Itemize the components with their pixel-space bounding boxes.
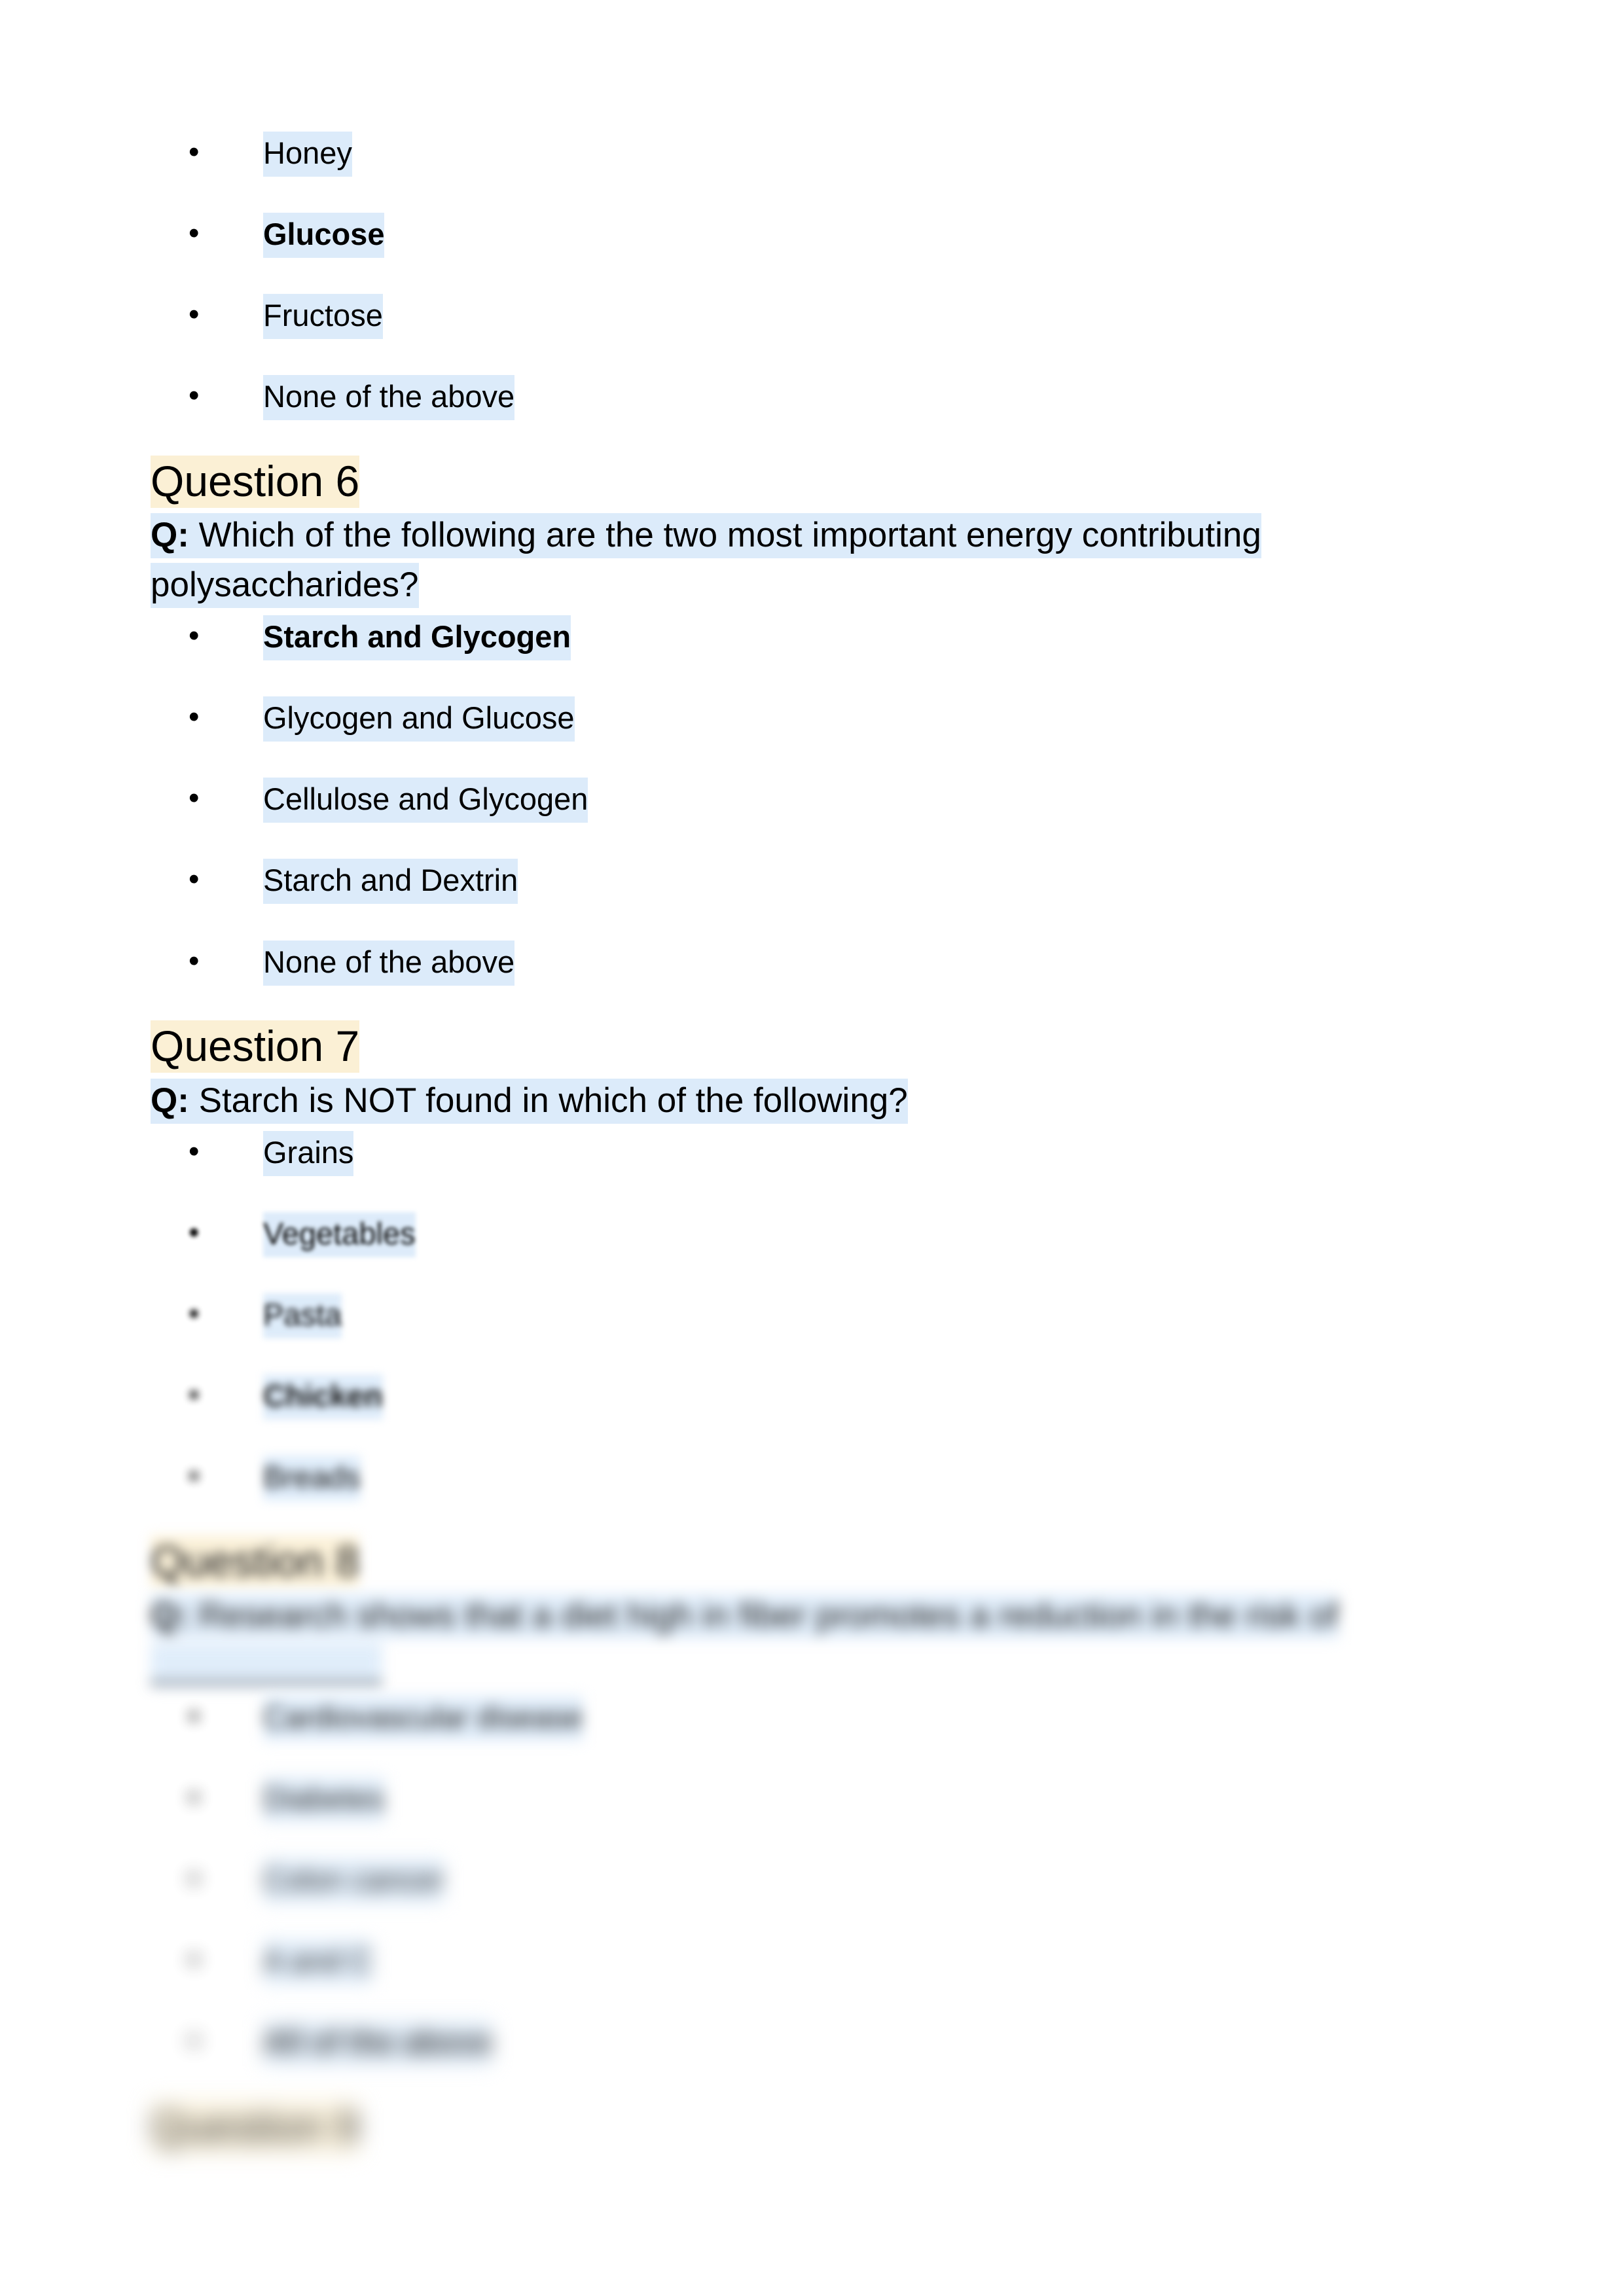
question-heading-7: Question 7 xyxy=(151,1020,1466,1073)
question-heading-8: Question 8 xyxy=(151,1535,1466,1588)
option-list-q6: Starch and Glycogen Glycogen and Glucose… xyxy=(151,613,1466,986)
option-label: Honey xyxy=(263,132,352,177)
question-heading-label: Question 8 xyxy=(151,1535,360,1588)
option-label: None of the above xyxy=(263,940,515,986)
option-label: Glucose xyxy=(263,213,385,259)
list-item[interactable]: Chicken xyxy=(151,1372,1466,1420)
option-label: All of the above xyxy=(263,2020,492,2066)
option-list-continued: Honey Glucose Fructose None of the above xyxy=(151,130,1466,421)
list-item[interactable]: Cellulose and Glycogen xyxy=(151,776,1466,823)
question-prefix: Q: xyxy=(151,1596,189,1636)
option-label: Grains xyxy=(263,1130,354,1176)
list-item[interactable]: Diabetes xyxy=(151,1775,1466,1822)
list-item[interactable]: Glycogen and Glucose xyxy=(151,694,1466,742)
option-label: Colon cancer xyxy=(263,1858,444,1904)
list-item[interactable]: Pasta xyxy=(151,1291,1466,1339)
question-prompt-7: Q: Starch is NOT found in which of the f… xyxy=(151,1076,1466,1125)
option-label: Pasta xyxy=(263,1293,342,1339)
option-label: Glycogen and Glucose xyxy=(263,696,575,742)
document-page: Honey Glucose Fructose None of the above… xyxy=(0,0,1624,2296)
list-item[interactable]: Starch and Dextrin xyxy=(151,857,1466,905)
list-item[interactable]: Fructose xyxy=(151,292,1466,340)
question-heading-6: Question 6 xyxy=(151,455,1466,508)
option-label: Starch and Glycogen xyxy=(263,615,571,660)
list-item[interactable]: Vegetables xyxy=(151,1210,1466,1257)
option-label: Starch and Dextrin xyxy=(263,859,518,905)
list-item[interactable]: Glucose xyxy=(151,211,1466,259)
document-content: Honey Glucose Fructose None of the above… xyxy=(151,130,1466,2156)
question-prefix: Q: xyxy=(151,1081,189,1120)
option-label: Vegetables xyxy=(263,1211,416,1257)
option-label: Breads xyxy=(263,1456,361,1501)
list-item[interactable]: All of the above xyxy=(151,2018,1466,2066)
question-prompt-8: Q: Research shows that a diet high in fi… xyxy=(151,1591,1466,1690)
option-label: None of the above xyxy=(263,375,515,421)
question-text: Starch is NOT found in which of the foll… xyxy=(198,1081,908,1120)
question-prefix: Q: xyxy=(151,516,189,555)
list-item[interactable]: Grains xyxy=(151,1129,1466,1176)
list-item[interactable]: Colon cancer xyxy=(151,1856,1466,1904)
question-heading-label: Question 9 xyxy=(151,2100,360,2153)
option-label: Cardiovascular disease xyxy=(263,1695,583,1741)
list-item[interactable]: A and C xyxy=(151,1937,1466,1985)
list-item[interactable]: Honey xyxy=(151,130,1466,177)
question-text: Research shows that a diet high in fiber… xyxy=(151,1596,1339,1685)
question-prompt-6: Q: Which of the following are the two mo… xyxy=(151,511,1466,609)
option-label: Diabetes xyxy=(263,1776,385,1822)
list-item[interactable]: None of the above xyxy=(151,938,1466,986)
question-heading-label: Question 7 xyxy=(151,1020,360,1073)
question-heading-label: Question 6 xyxy=(151,455,360,508)
list-item[interactable]: Cardiovascular disease xyxy=(151,1694,1466,1741)
option-list-q8: Cardiovascular disease Diabetes Colon ca… xyxy=(151,1694,1466,2066)
list-item[interactable]: Breads xyxy=(151,1454,1466,1501)
option-label: Chicken xyxy=(263,1374,383,1420)
option-label: Cellulose and Glycogen xyxy=(263,778,588,823)
question-heading-9: Question 9 xyxy=(151,2100,1466,2153)
list-item[interactable]: Starch and Glycogen xyxy=(151,613,1466,660)
option-list-q7: Grains Vegetables Pasta Chicken Breads xyxy=(151,1129,1466,1501)
option-label: Fructose xyxy=(263,294,383,340)
question-text: Which of the following are the two most … xyxy=(151,516,1261,604)
list-item[interactable]: None of the above xyxy=(151,373,1466,421)
option-label: A and C xyxy=(263,1939,373,1985)
